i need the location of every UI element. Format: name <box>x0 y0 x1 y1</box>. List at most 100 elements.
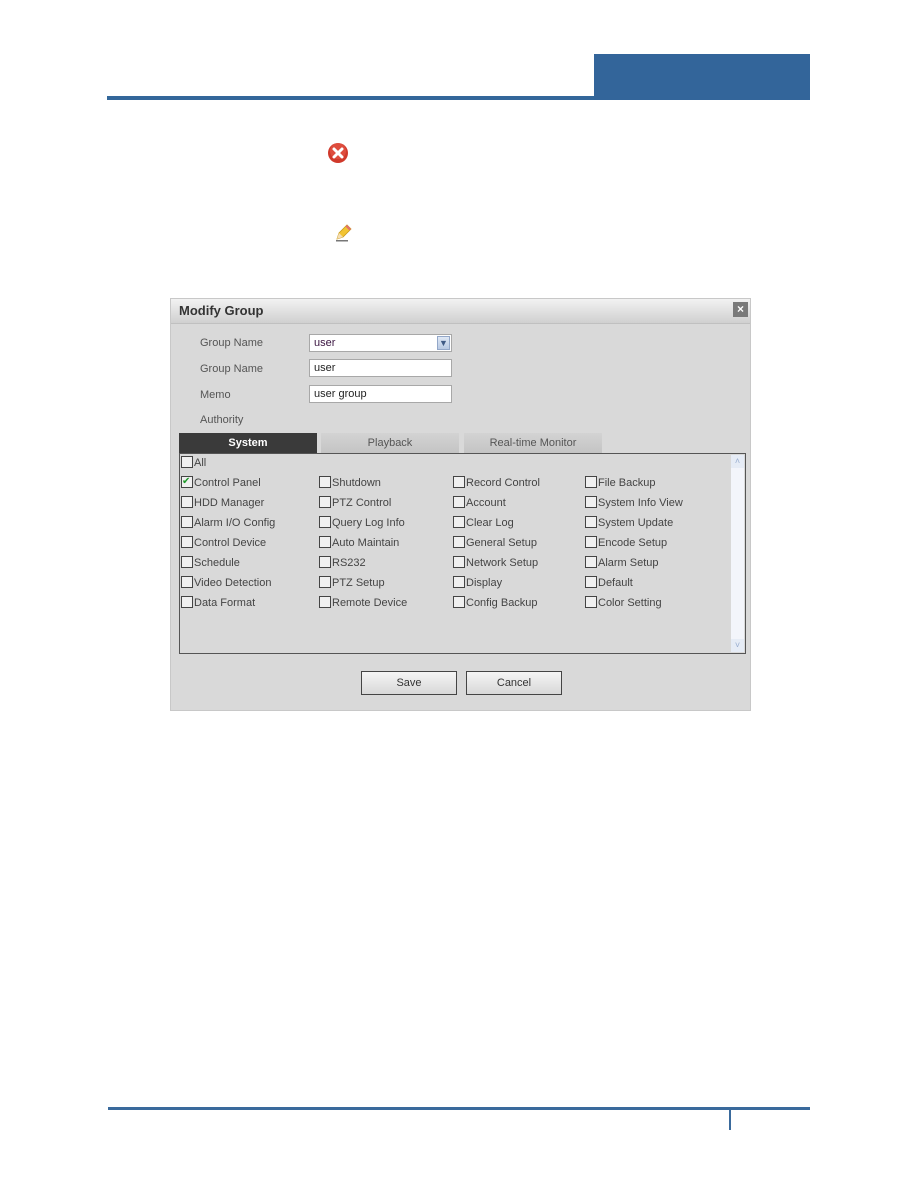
permission-item[interactable]: Schedule <box>181 556 240 570</box>
permission-label: File Backup <box>598 477 656 489</box>
tab-system[interactable]: System <box>179 433 317 453</box>
permission-item[interactable]: System Update <box>585 516 673 530</box>
checkbox[interactable] <box>585 516 597 528</box>
scrollbar[interactable]: ˄ ˅ <box>731 455 744 652</box>
checkbox[interactable] <box>319 496 331 508</box>
checkbox[interactable] <box>453 496 465 508</box>
permission-item[interactable]: Control Device <box>181 536 266 550</box>
checkbox[interactable] <box>181 536 193 548</box>
checkbox[interactable] <box>453 476 465 488</box>
checkbox[interactable] <box>453 516 465 528</box>
permission-label: Control Panel <box>194 477 261 489</box>
checkbox[interactable] <box>181 516 193 528</box>
tab-playback[interactable]: Playback <box>321 433 459 453</box>
permission-item[interactable]: Network Setup <box>453 556 538 570</box>
permission-item[interactable]: System Info View <box>585 496 683 510</box>
permission-item[interactable]: Account <box>453 496 506 510</box>
permission-item[interactable]: Encode Setup <box>585 536 667 550</box>
header-rule <box>107 96 595 100</box>
checkbox[interactable] <box>585 476 597 488</box>
checkbox[interactable] <box>453 576 465 588</box>
chevron-down-icon[interactable]: ˅ <box>731 639 744 652</box>
close-icon[interactable]: × <box>733 302 748 317</box>
permission-label: Default <box>598 577 633 589</box>
cancel-button[interactable]: Cancel <box>466 671 562 695</box>
checkbox[interactable] <box>585 536 597 548</box>
modify-group-dialog: Modify Group × Group Name user ▼ Group N… <box>170 298 751 711</box>
permission-label: Query Log Info <box>332 517 405 529</box>
permission-label: RS232 <box>332 557 366 569</box>
memo-input[interactable]: user group <box>309 385 452 403</box>
permission-item[interactable]: PTZ Control <box>319 496 391 510</box>
checkbox[interactable] <box>319 536 331 548</box>
checkbox[interactable] <box>319 596 331 608</box>
permission-label: Alarm I/O Config <box>194 517 276 529</box>
group-name-select-value: user <box>314 337 336 349</box>
save-button[interactable]: Save <box>361 671 457 695</box>
permission-item[interactable]: HDD Manager <box>181 496 264 510</box>
permission-label: Color Setting <box>598 597 662 609</box>
pencil-edit-icon <box>336 224 352 242</box>
checkbox[interactable] <box>181 496 193 508</box>
checkbox[interactable] <box>585 596 597 608</box>
authority-tabs: System Playback Real-time Monitor <box>179 433 746 453</box>
checkbox[interactable] <box>319 476 331 488</box>
permission-label: System Update <box>598 517 674 529</box>
checkbox[interactable] <box>585 576 597 588</box>
permission-item[interactable]: Color Setting <box>585 596 662 610</box>
permission-label: Shutdown <box>332 477 381 489</box>
permission-label: System Info View <box>598 497 683 509</box>
chevron-down-icon[interactable]: ▼ <box>437 336 450 350</box>
group-name-select[interactable]: user ▼ <box>309 334 452 352</box>
checkbox[interactable] <box>181 576 193 588</box>
permission-item[interactable]: File Backup <box>585 476 655 490</box>
delete-icon <box>328 143 348 163</box>
checkbox[interactable] <box>319 516 331 528</box>
checkbox[interactable] <box>319 556 331 568</box>
permission-label: Config Backup <box>466 597 538 609</box>
permission-all[interactable]: All <box>181 456 206 470</box>
permission-item[interactable]: Clear Log <box>453 516 514 530</box>
permission-item[interactable]: Display <box>453 576 502 590</box>
permission-label: PTZ Setup <box>332 577 385 589</box>
permission-item[interactable]: Alarm I/O Config <box>181 516 275 530</box>
checkbox[interactable] <box>453 596 465 608</box>
permission-item[interactable]: Data Format <box>181 596 255 610</box>
checkbox[interactable] <box>181 556 193 568</box>
permission-item[interactable]: Remote Device <box>319 596 407 610</box>
permission-list: All ˄ ˅ Control Panel Shutdown Record Cont… <box>179 453 746 654</box>
permission-item[interactable]: Default <box>585 576 633 590</box>
group-name-input[interactable]: user <box>309 359 452 377</box>
permission-item[interactable]: RS232 <box>319 556 366 570</box>
checkbox[interactable] <box>585 556 597 568</box>
permission-item[interactable]: General Setup <box>453 536 537 550</box>
permission-label: Account <box>466 497 506 509</box>
checkbox[interactable] <box>453 556 465 568</box>
permission-label: HDD Manager <box>194 497 265 509</box>
tab-realtime-monitor[interactable]: Real-time Monitor <box>464 433 602 453</box>
permission-label: Schedule <box>194 557 240 569</box>
chevron-up-icon[interactable]: ˄ <box>731 455 744 468</box>
permission-item[interactable]: Shutdown <box>319 476 381 490</box>
permission-item[interactable]: Alarm Setup <box>585 556 659 570</box>
permission-item[interactable]: Control Panel <box>181 475 261 490</box>
permission-item[interactable]: Auto Maintain <box>319 536 399 550</box>
permission-label: Remote Device <box>332 597 408 609</box>
permission-label: All <box>194 457 207 469</box>
permission-item[interactable]: Record Control <box>453 476 540 490</box>
permission-item[interactable]: Query Log Info <box>319 516 405 530</box>
group-name-select-label: Group Name <box>200 337 263 349</box>
permission-item[interactable]: Video Detection <box>181 576 271 590</box>
permission-label: Data Format <box>194 597 256 609</box>
checkbox[interactable] <box>453 536 465 548</box>
permission-label: Record Control <box>466 477 540 489</box>
checkbox[interactable] <box>319 576 331 588</box>
checkbox-checked[interactable] <box>181 475 193 488</box>
checkbox[interactable] <box>181 456 193 468</box>
group-name-label: Group Name <box>200 363 263 375</box>
checkbox[interactable] <box>585 496 597 508</box>
permission-item[interactable]: Config Backup <box>453 596 538 610</box>
permission-item[interactable]: PTZ Setup <box>319 576 385 590</box>
checkbox[interactable] <box>181 596 193 608</box>
permission-label: Clear Log <box>466 517 514 529</box>
